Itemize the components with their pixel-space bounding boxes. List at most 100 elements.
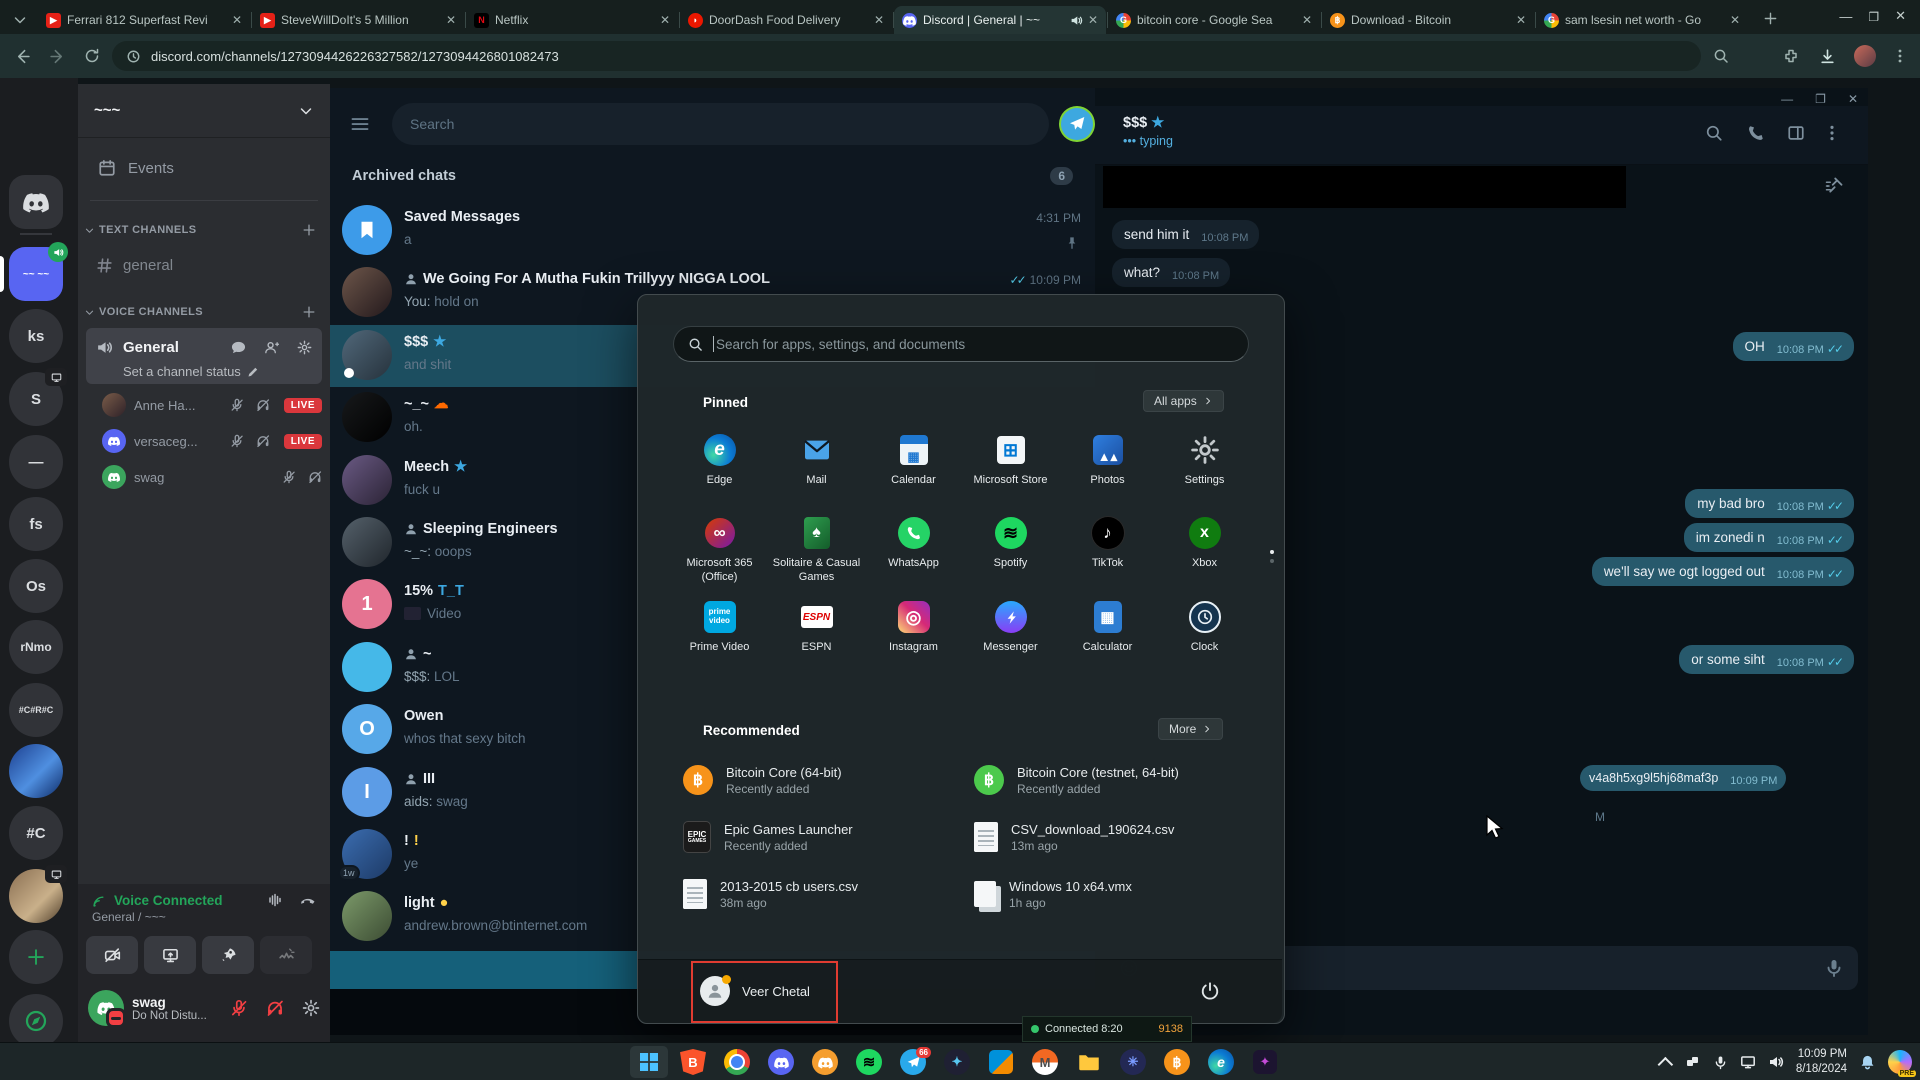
voice-record-icon[interactable] [1824, 958, 1844, 978]
taskbar-bitcoin-button[interactable]: ฿ [1158, 1046, 1196, 1078]
pinned-app[interactable]: ◎ Instagram [865, 600, 962, 655]
pinned-app[interactable]: ≋ Spotify [962, 516, 1059, 571]
tab-close-icon[interactable]: ✕ [874, 13, 884, 27]
pinned-app[interactable]: prime video Prime Video [671, 600, 768, 655]
mute-button[interactable] [230, 999, 248, 1017]
conversation-header[interactable]: $$$ ★ ••• typing [1095, 106, 1868, 165]
taskbar-vmware-button[interactable] [982, 1046, 1020, 1078]
taskbar-exodus-dark-button[interactable]: ✦ [1246, 1046, 1284, 1078]
taskbar-start-button[interactable] [630, 1046, 668, 1078]
tray-clock[interactable]: 10:09 PM 8/18/2024 [1796, 1047, 1847, 1077]
pinned-app[interactable]: ♪ TikTok [1059, 516, 1156, 571]
profile-avatar[interactable] [1854, 45, 1876, 67]
tab-close-icon[interactable]: ✕ [660, 13, 670, 27]
browser-tab[interactable]: Gbitcoin core - Google Sea ✕ [1108, 6, 1320, 34]
tray-display-icon[interactable] [1740, 1054, 1756, 1070]
server-button[interactable]: S [9, 368, 67, 426]
taskbar-brave-button[interactable]: B [674, 1046, 712, 1078]
channel-status-hint[interactable]: Set a channel status [123, 364, 241, 379]
window-minimize-button[interactable]: — [1839, 9, 1852, 24]
taskbar-discord-orange-button[interactable] [806, 1046, 844, 1078]
archived-chats-header[interactable]: Archived chats [352, 168, 456, 184]
pinned-app[interactable]: ♠ Solitaire & Casual Games [768, 516, 865, 585]
browser-tab[interactable]: ▶ Ferrari 812 Superfast Revi ✕ [38, 6, 250, 34]
power-button[interactable] [1200, 981, 1220, 1001]
pinned-app[interactable]: Settings [1156, 433, 1253, 488]
copilot-button[interactable]: PRE [1888, 1050, 1916, 1077]
pinned-app[interactable]: Mail [768, 433, 865, 488]
tray-chevron-icon[interactable] [1657, 1056, 1673, 1072]
pinned-app[interactable]: Messenger [962, 600, 1059, 655]
browser-tab[interactable]: ฿ Download - Bitcoin ✕ [1322, 6, 1534, 34]
browser-tab[interactable]: ◗ DoorDash Food Delivery ✕ [680, 6, 892, 34]
server-button[interactable]: #C [9, 806, 63, 860]
pinned-app[interactable]: ESPN ESPN [768, 600, 865, 655]
more-button[interactable]: More [1158, 718, 1224, 740]
tab-close-icon[interactable]: ✕ [1730, 13, 1740, 27]
add-server-button[interactable] [9, 930, 63, 984]
discord-home-button[interactable] [9, 175, 63, 229]
browser-tab[interactable]: ▶ SteveWillDoIt's 5 Million ✕ [252, 6, 464, 34]
taskbar-file-explorer-button[interactable] [1070, 1046, 1108, 1078]
voice-member-row[interactable]: versaceg... LIVE [102, 426, 322, 456]
tab-close-icon[interactable]: ✕ [446, 13, 456, 27]
call-icon[interactable] [1747, 124, 1765, 142]
recommended-item[interactable]: CSV_download_190624.csv 13m ago [974, 814, 1254, 860]
taskbar-exodus-button[interactable]: ✦ [938, 1046, 976, 1078]
outgoing-message[interactable]: we'll say we ogt logged out 10:08 PM ✓✓ [1591, 557, 1854, 586]
pinned-app[interactable]: ▲▴ Photos [1059, 433, 1156, 488]
forward-button[interactable] [49, 48, 66, 65]
bookmark-star-icon[interactable] [1747, 48, 1763, 64]
voice-member-row[interactable]: Anne Ha... LIVE [102, 390, 322, 420]
window-close-button[interactable]: ✕ [1895, 8, 1906, 24]
telegram-update-button[interactable] [1059, 106, 1095, 142]
tg-minimize-button[interactable]: — [1781, 92, 1793, 106]
new-tab-button[interactable] [1763, 11, 1778, 26]
soundboard-button[interactable] [260, 936, 312, 974]
voice-member-row[interactable]: swag [102, 462, 322, 492]
tray-mic-icon[interactable] [1713, 1055, 1728, 1070]
events-item[interactable]: Events [86, 150, 322, 186]
tab-close-icon[interactable]: ✕ [232, 13, 242, 27]
outgoing-message[interactable]: or some siht 10:08 PM ✓✓ [1679, 645, 1854, 674]
server-button[interactable] [9, 865, 67, 923]
voice-status-label[interactable]: Voice Connected [114, 893, 223, 908]
deafen-button[interactable] [266, 999, 284, 1017]
pinned-app[interactable]: ⊞ Microsoft Store [962, 433, 1059, 488]
server-button[interactable]: — [9, 435, 63, 489]
incoming-message[interactable]: what? 10:08 PM [1112, 258, 1231, 287]
screenshare-button[interactable] [144, 936, 196, 974]
recommended-item[interactable]: ฿ Bitcoin Core (64-bit) Recently added [683, 757, 963, 803]
user-settings-button[interactable] [302, 999, 320, 1017]
all-apps-button[interactable]: All apps [1143, 390, 1224, 412]
pinned-app[interactable]: ▦ Calendar [865, 433, 962, 488]
tab-close-icon[interactable]: ✕ [1516, 13, 1526, 27]
pinned-app[interactable]: e Edge [671, 433, 768, 488]
browser-tab[interactable]: N Netflix ✕ [466, 6, 678, 34]
camera-button[interactable] [86, 936, 138, 974]
server-button[interactable]: Os [9, 559, 63, 613]
voice-channels-section[interactable]: VOICE CHANNELS [84, 300, 324, 324]
taskbar-spotify-button[interactable]: ≋ [850, 1046, 888, 1078]
window-maximize-button[interactable]: ❐ [1868, 10, 1879, 24]
server-button[interactable]: ks [9, 309, 63, 363]
taskbar-atomic-wallet-button[interactable]: ✳ [1114, 1046, 1152, 1078]
notification-bell-icon[interactable] [1859, 1054, 1876, 1071]
tab-close-icon[interactable]: ✕ [1088, 13, 1098, 27]
server-header[interactable]: ~~~ [78, 84, 330, 138]
pinned-pager-dots[interactable] [1270, 550, 1274, 563]
pinned-app[interactable]: WhatsApp [865, 516, 962, 571]
taskbar-monero-button[interactable]: M [1026, 1046, 1064, 1078]
outgoing-message[interactable]: im zonedi n 10:08 PM ✓✓ [1683, 523, 1854, 552]
tab-search-chevron[interactable] [12, 12, 28, 28]
start-search-input[interactable]: Search for apps, settings, and documents [673, 326, 1249, 362]
server-button[interactable] [9, 744, 63, 798]
tg-close-button[interactable]: ✕ [1848, 92, 1858, 106]
tray-speaker-icon[interactable] [1768, 1054, 1784, 1070]
active-server-button[interactable]: ~~ ~~ [9, 242, 68, 301]
taskbar-chrome-button[interactable] [718, 1046, 756, 1078]
tab-close-icon[interactable]: ✕ [1302, 13, 1312, 27]
pinned-app[interactable]: x Xbox [1156, 516, 1253, 571]
server-button[interactable]: rNmo [9, 620, 63, 674]
outgoing-message-partial[interactable]: v4a8h5xg9l5hj68maf3p 10:09 PM [1580, 765, 1787, 791]
